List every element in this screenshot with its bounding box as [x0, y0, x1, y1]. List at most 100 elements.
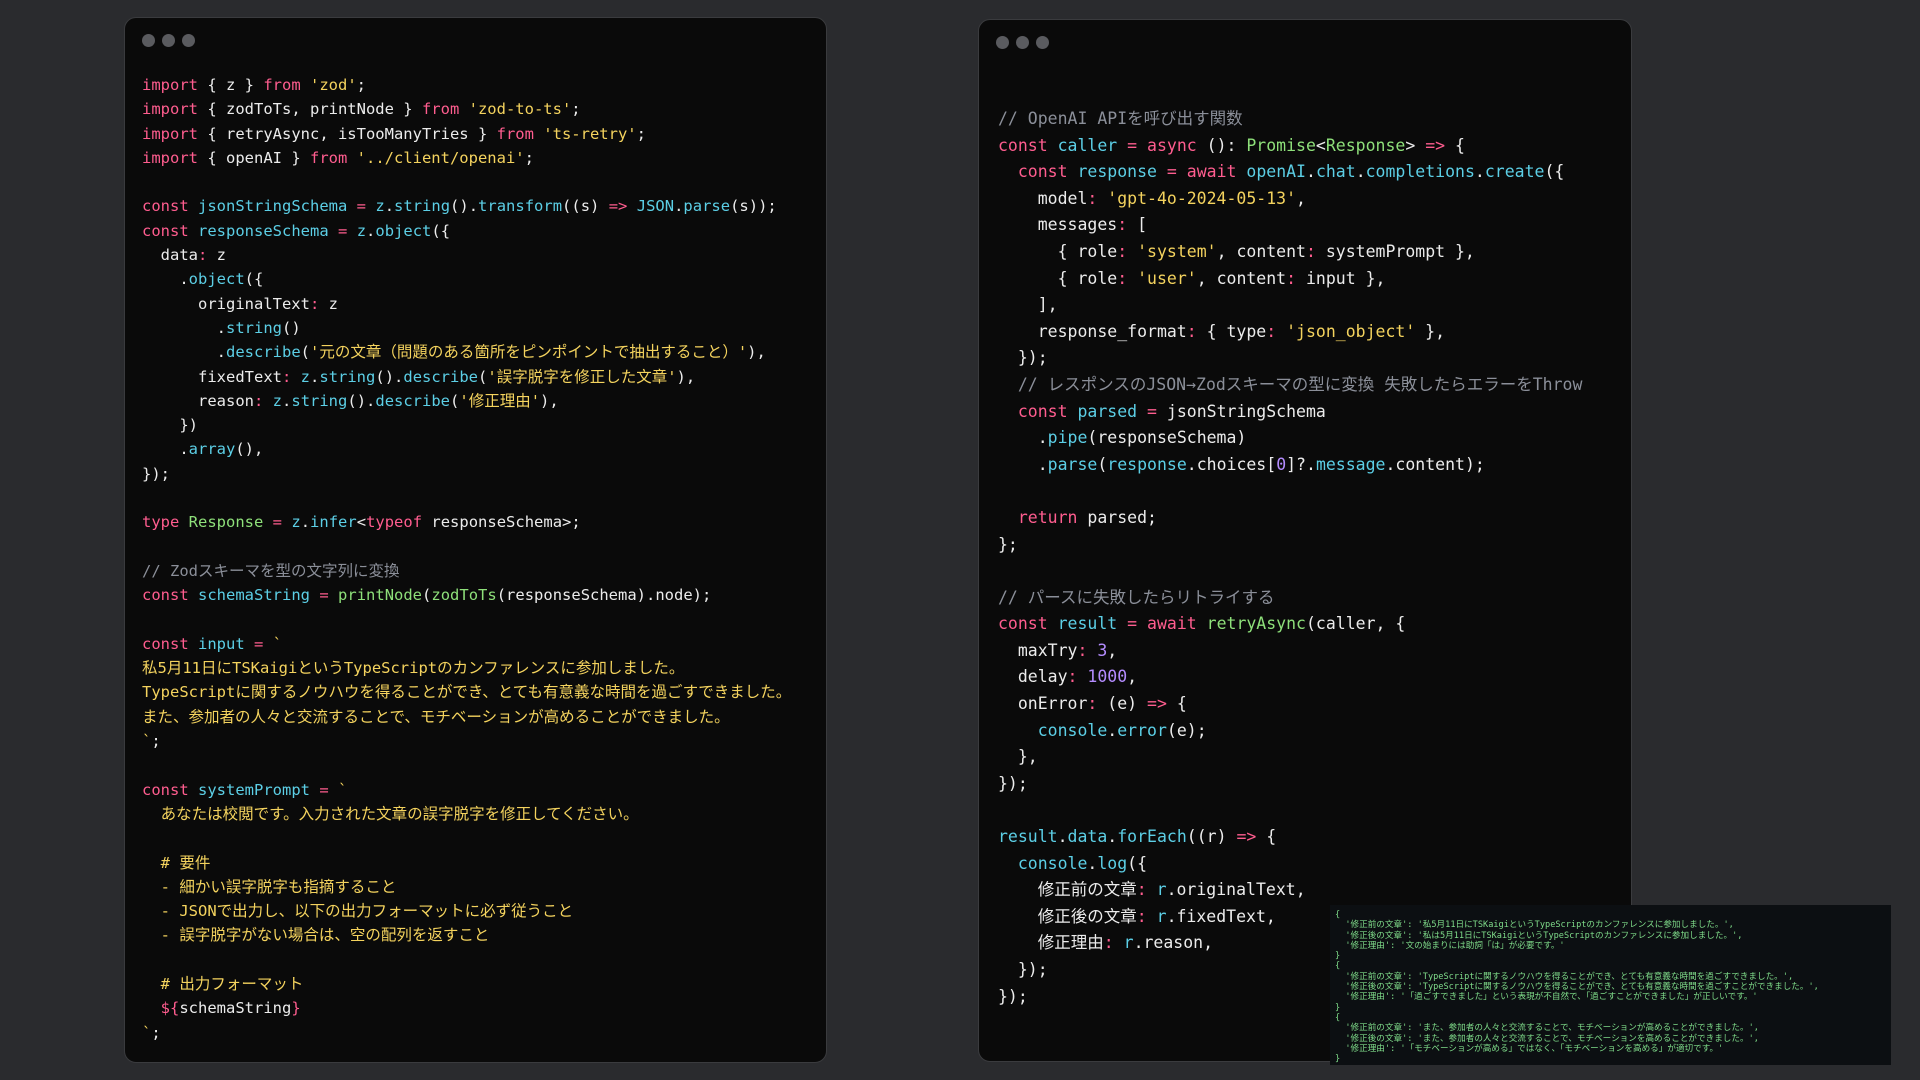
window-dot-maximize-icon[interactable] — [1036, 36, 1049, 49]
code-token: = — [272, 513, 283, 532]
code-token: const — [998, 614, 1048, 634]
code-line: { role: 'user', content: input }, — [998, 266, 1582, 293]
code-token: (): — [1196, 135, 1247, 155]
code-token: await — [1147, 614, 1197, 634]
code-token: const — [142, 197, 189, 216]
code-line: 修正前の文章: r.originalText, — [998, 877, 1582, 904]
code-line: model: 'gpt-4o-2024-05-13', — [998, 186, 1582, 213]
console-line: '修正後の文章': 'また、参加者の人々と交流することで、モチベーションを高める… — [1335, 1033, 1759, 1044]
code-token: create — [1484, 162, 1545, 182]
code-token: z — [291, 513, 301, 532]
code-token: ; — [571, 100, 581, 119]
code-token: : — [253, 391, 264, 410]
window-dot-close-icon[interactable] — [996, 36, 1009, 49]
code-token: ; — [151, 732, 161, 751]
code-token: r — [1123, 933, 1134, 953]
code-line: const jsonStringSchema = z.string().tran… — [142, 194, 791, 218]
console-output-text: { '修正前の文章': '私5月11日にTSKaigiというTypeScript… — [1335, 910, 1819, 1064]
code-token: .content); — [1385, 454, 1485, 474]
code-token: .originalText, — [1166, 880, 1306, 900]
code-token: '../client/openai' — [356, 148, 525, 167]
code-token: z — [300, 367, 311, 386]
code-line: - 細かい誤字脱字も指摘すること — [142, 875, 791, 899]
code-token: = — [319, 586, 329, 605]
code-token: ), — [747, 343, 766, 362]
code-token: data — [142, 246, 198, 265]
code-token: data — [1067, 827, 1108, 847]
console-line: } — [1335, 1002, 1341, 1013]
code-token: : — [1186, 321, 1197, 341]
code-token: ( — [450, 391, 460, 410]
code-token: . — [366, 221, 376, 240]
window-dot-minimize-icon[interactable] — [1016, 36, 1029, 49]
code-token: ), — [540, 391, 559, 410]
console-line: { — [1335, 961, 1341, 972]
code-line: }); — [998, 771, 1582, 798]
code-token: . — [1355, 162, 1366, 182]
code-line: .pipe(responseSchema) — [998, 425, 1582, 452]
code-token: error — [1117, 720, 1167, 740]
code-token: responseSchema>; — [422, 513, 581, 532]
code-line: `; — [142, 729, 791, 753]
code-token: // OpenAI APIを呼び出す関数 — [998, 109, 1243, 128]
code-token: 私5月11日にTSKaigiというTypeScriptのカンファレンスに参加しま… — [142, 659, 685, 678]
code-token: }; — [998, 534, 1018, 554]
code-token: ${ — [142, 999, 180, 1018]
code-token: z — [375, 197, 385, 216]
code-token: (). — [450, 197, 479, 216]
code-token: => — [1147, 694, 1167, 714]
code-token: > — [1405, 135, 1426, 155]
code-token: '修正理由' — [459, 391, 541, 410]
code-token: ; — [636, 124, 646, 143]
code-line: { role: 'system', content: systemPrompt … — [998, 239, 1582, 266]
code-token: = — [254, 634, 264, 653]
code-token: import — [142, 148, 198, 167]
code-token: from — [309, 148, 348, 167]
code-token: schemaString — [198, 586, 310, 605]
code-token: import — [142, 100, 198, 119]
code-token: const — [142, 634, 189, 653]
code-token: ((r) — [1186, 827, 1237, 847]
code-line: fixedText: z.string().describe('誤字脱字を修正し… — [142, 365, 791, 389]
code-line: `; — [142, 1021, 791, 1045]
code-token: ({ — [244, 270, 264, 289]
code-token: parse — [1047, 454, 1098, 474]
code-token: 'ts-retry' — [543, 124, 637, 143]
code-token: describe — [226, 343, 301, 362]
code-line: type Response = z.infer<typeof responseS… — [142, 510, 791, 534]
code-token: ]?. — [1286, 454, 1316, 474]
window-dot-close-icon[interactable] — [142, 34, 155, 47]
code-token: : — [198, 246, 208, 265]
window-dot-maximize-icon[interactable] — [182, 34, 195, 47]
code-token: Response — [188, 513, 264, 532]
code-token: 'system' — [1137, 241, 1217, 261]
console-line: { — [1335, 1012, 1341, 1023]
code-token: 修正後の文章 — [998, 906, 1137, 926]
code-token: (responseSchema).node); — [496, 586, 712, 605]
window-controls — [142, 34, 195, 47]
code-token: . — [310, 367, 320, 386]
code-token: openAI — [1246, 162, 1306, 182]
code-token: const — [1017, 162, 1068, 182]
code-token: = — [338, 221, 348, 240]
window-dot-minimize-icon[interactable] — [162, 34, 175, 47]
console-line: '修正前の文章': '私5月11日にTSKaigiというTypeScriptのカ… — [1335, 920, 1734, 931]
code-token: 'gpt-4o-2024-05-13' — [1107, 188, 1297, 208]
code-token: await — [1186, 162, 1237, 182]
code-token: messages — [998, 215, 1118, 235]
